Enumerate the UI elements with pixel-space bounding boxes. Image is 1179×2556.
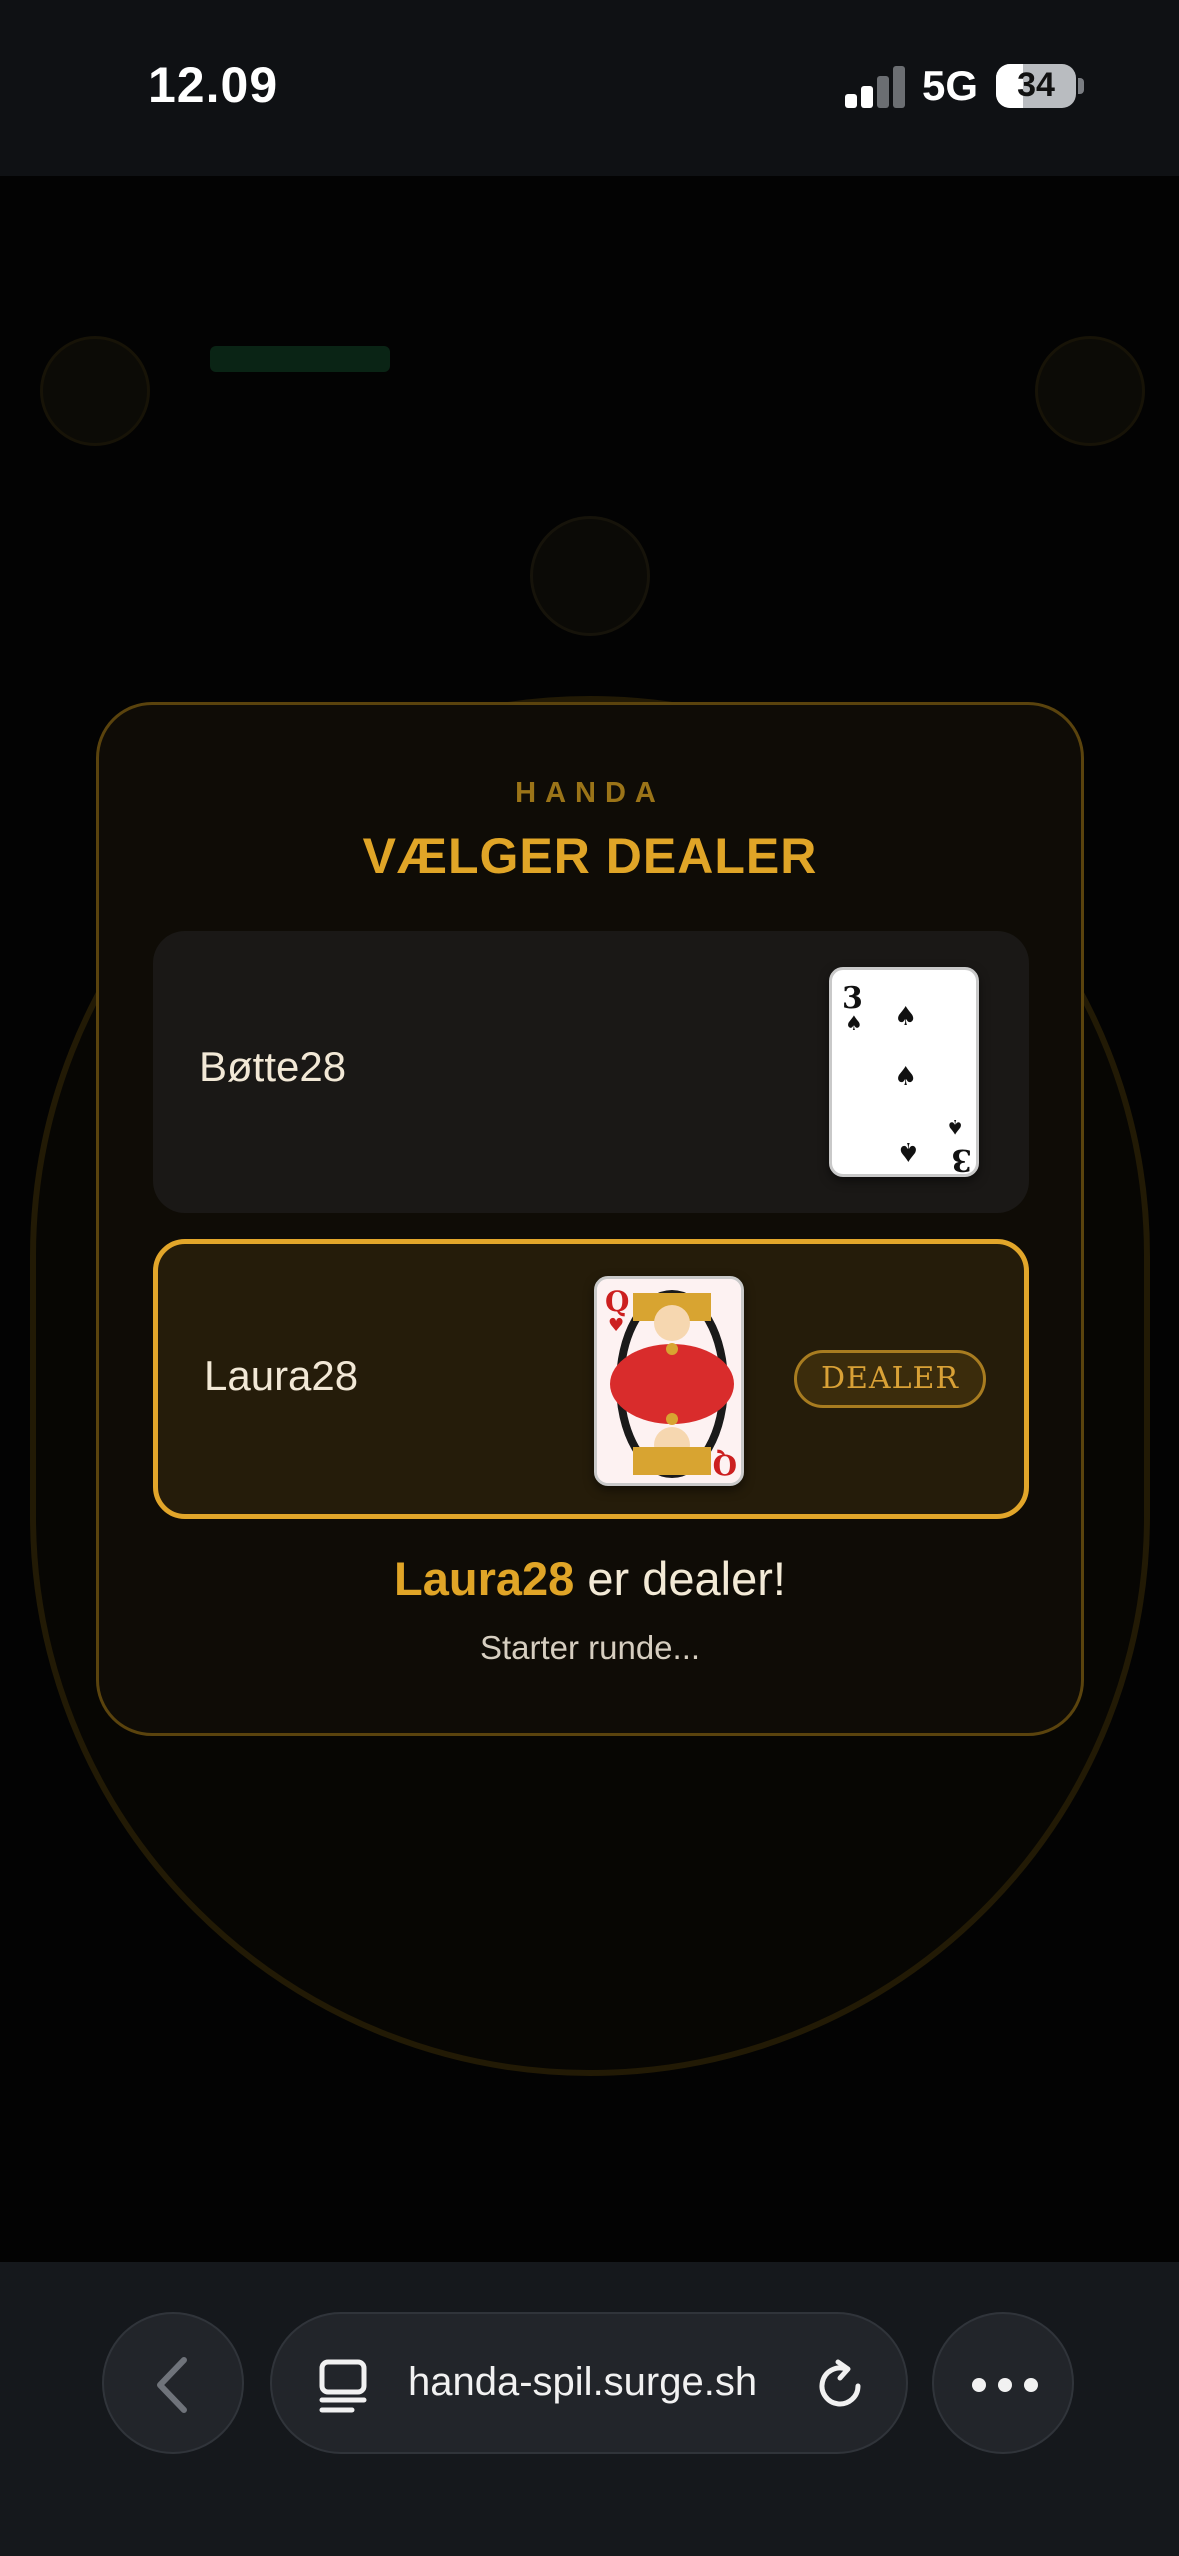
tabs-icon[interactable]	[316, 2358, 376, 2414]
bg-deck	[530, 516, 650, 636]
modal-title: VÆLGER DEALER	[362, 828, 818, 884]
svg-text:Q: Q	[713, 1448, 737, 1481]
dealer-badge: DEALER	[794, 1350, 986, 1408]
battery-level: 34	[1017, 66, 1055, 104]
result-message: Laura28 er dealer!	[99, 1551, 1081, 1606]
address-bar[interactable]: handa-spil.surge.sh	[270, 2312, 908, 2454]
svg-text:♥: ♥	[608, 1315, 624, 1336]
svg-text:♠: ♠	[946, 1115, 964, 1139]
browser-toolbar: handa-spil.surge.sh	[0, 2262, 1179, 2556]
svg-text:♠: ♠	[897, 1136, 920, 1166]
bg-avatar-left	[40, 336, 150, 446]
chevron-left-icon	[157, 2357, 187, 2413]
svg-text:♠: ♠	[894, 1002, 917, 1032]
result-text: er dealer!	[574, 1552, 786, 1605]
playing-card-3-spades: 3 ♠ ♠ ♠ ♠ 3 ♠	[829, 967, 979, 1177]
player-row-bottte28: Bøtte28 3 ♠ ♠ ♠ ♠ 3 ♠	[153, 931, 1029, 1213]
bg-avatar-right	[1035, 336, 1145, 446]
back-button[interactable]	[102, 2312, 244, 2454]
status-time: 12.09	[148, 57, 279, 113]
player-row-laura28: Laura28 Q ♥ Q DEALER	[153, 1239, 1029, 1519]
svg-text:♠: ♠	[845, 1011, 863, 1035]
status-subtitle: Starter runde...	[479, 1629, 701, 1666]
reload-icon[interactable]	[812, 2356, 872, 2416]
svg-text:3: 3	[951, 1142, 972, 1177]
signal-icon	[845, 66, 905, 108]
svg-text:Q: Q	[605, 1285, 629, 1318]
url-text: handa-spil.surge.sh	[408, 2360, 758, 2404]
bg-player-label	[210, 346, 390, 372]
player-name: Bøtte28	[199, 1043, 347, 1090]
modal-eyebrow: HANDA	[515, 777, 665, 809]
network-type: 5G	[922, 62, 979, 109]
more-button[interactable]	[932, 2312, 1074, 2454]
dealer-selection-modal: HANDA VÆLGER DEALER Bøtte28 3 ♠ ♠ ♠ ♠ 3 …	[96, 702, 1084, 1736]
playing-card-queen-hearts: Q ♥ Q	[594, 1276, 744, 1486]
status-bar: 12.09 5G 34	[0, 0, 1179, 176]
result-player-name: Laura28	[394, 1552, 575, 1605]
player-name: Laura28	[204, 1352, 359, 1399]
battery-icon: 34	[996, 64, 1076, 108]
svg-text:♠: ♠	[894, 1062, 917, 1092]
more-icon	[972, 2378, 1038, 2392]
